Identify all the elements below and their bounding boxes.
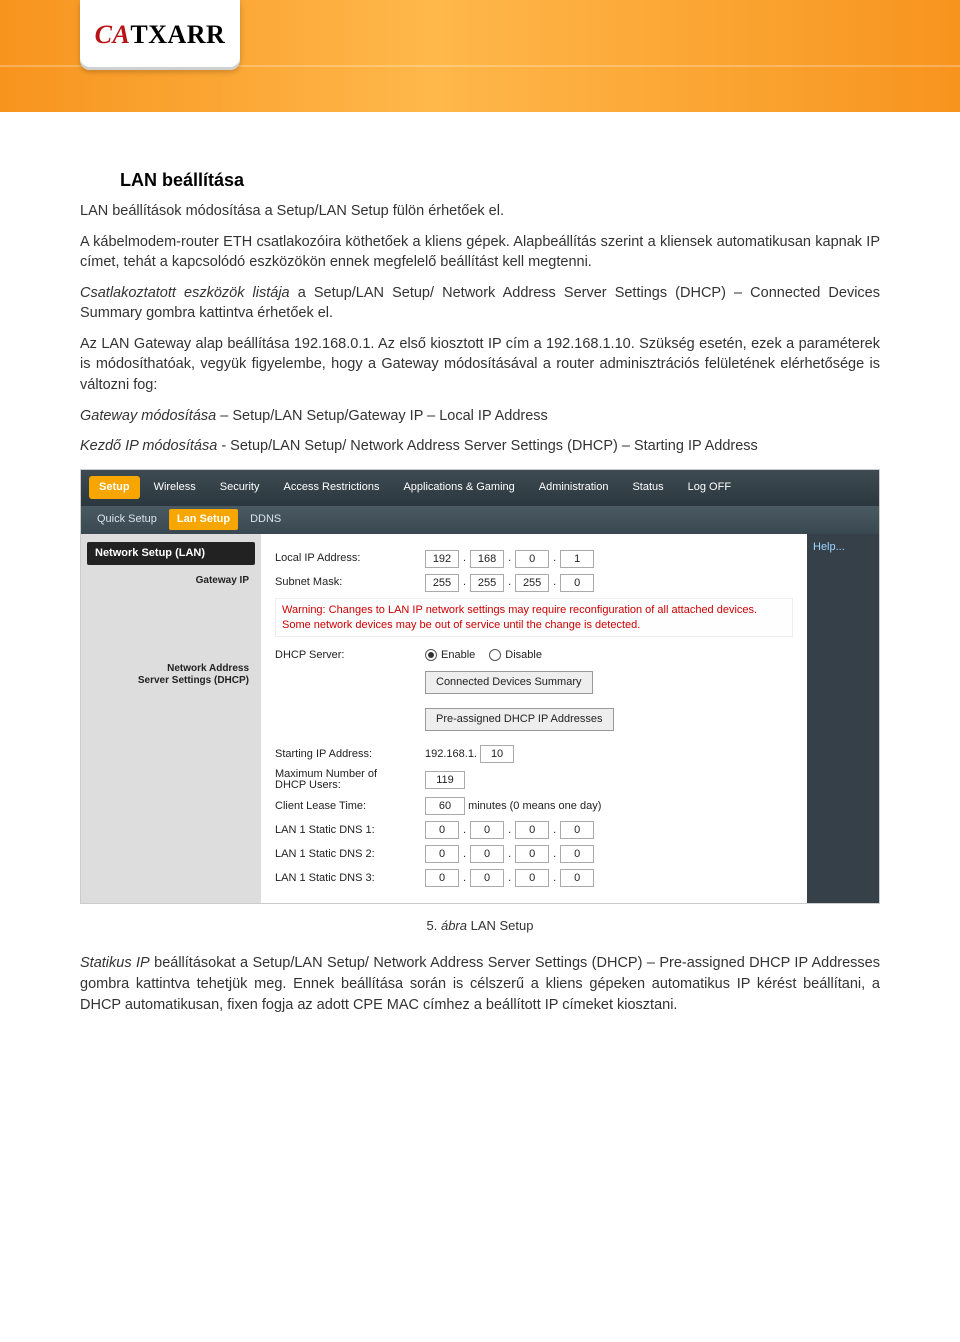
caption-number: 5. xyxy=(427,918,438,933)
dns1-1[interactable]: 0 xyxy=(425,821,459,839)
paragraph-1: LAN beállítások módosítása a Setup/LAN S… xyxy=(80,201,880,222)
dns2-4[interactable]: 0 xyxy=(560,845,594,863)
preassigned-dhcp-button[interactable]: Pre-assigned DHCP IP Addresses xyxy=(425,708,614,731)
tab-wireless[interactable]: Wireless xyxy=(144,472,206,503)
dns1-3[interactable]: 0 xyxy=(515,821,549,839)
tab-access-restrictions[interactable]: Access Restrictions xyxy=(273,472,389,503)
dhcp-disable-text: Disable xyxy=(505,649,542,661)
max-dhcp-line2: DHCP Users: xyxy=(275,779,341,791)
subnet-2[interactable]: 255 xyxy=(470,574,504,592)
paragraph-3: Csatlakoztatott eszközök listája a Setup… xyxy=(80,283,880,324)
tab-administration[interactable]: Administration xyxy=(529,472,619,503)
paragraph-6-rest: - Setup/LAN Setup/ Network Address Serve… xyxy=(217,438,758,454)
dns2-label: LAN 1 Static DNS 2: xyxy=(275,849,425,860)
lease-unit: minutes (0 means one day) xyxy=(468,801,601,812)
subnet-group: 255. 255. 255. 0 xyxy=(425,574,594,592)
tab-logoff[interactable]: Log OFF xyxy=(678,472,741,503)
local-ip-label: Local IP Address: xyxy=(275,553,425,564)
dns3-1[interactable]: 0 xyxy=(425,869,459,887)
logo-card: CATXARR xyxy=(80,0,240,70)
router-sidebar: Network Setup (LAN) Gateway IP Network A… xyxy=(81,534,261,904)
lease-input[interactable]: 60 xyxy=(425,797,465,815)
paragraph-3-emphasis: Csatlakoztatott eszközök listája xyxy=(80,285,290,301)
section-title: LAN beállítása xyxy=(120,170,880,191)
subnet-1[interactable]: 255 xyxy=(425,574,459,592)
starting-ip-input[interactable]: 10 xyxy=(480,745,514,763)
router-body: Network Setup (LAN) Gateway IP Network A… xyxy=(81,534,879,904)
router-content: Local IP Address: 192. 168. 0. 1 Subnet … xyxy=(261,534,807,904)
lease-label: Client Lease Time: xyxy=(275,801,425,812)
sidebar-gateway-label: Gateway IP xyxy=(87,571,255,599)
paragraph-6-emphasis: Kezdő IP módosítása xyxy=(80,438,217,454)
max-dhcp-input[interactable]: 119 xyxy=(425,771,465,789)
page-header-banner: CATXARR xyxy=(0,0,960,112)
ip-warning: Warning: Changes to LAN IP network setti… xyxy=(275,598,793,638)
paragraph-5-rest: – Setup/LAN Setup/Gateway IP – Local IP … xyxy=(216,408,548,424)
router-screenshot: Setup Wireless Security Access Restricti… xyxy=(80,469,880,905)
dns3-3[interactable]: 0 xyxy=(515,869,549,887)
router-sub-tabs: Quick Setup Lan Setup DDNS xyxy=(81,506,879,534)
dns3-2[interactable]: 0 xyxy=(470,869,504,887)
tab-status[interactable]: Status xyxy=(622,472,673,503)
paragraph-7: Statikus IP beállításokat a Setup/LAN Se… xyxy=(80,953,880,1015)
dhcp-enable-radio[interactable]: Enable xyxy=(425,649,475,661)
brand-logo: CATXARR xyxy=(95,20,226,50)
max-dhcp-label: Maximum Number of DHCP Users: xyxy=(275,769,425,791)
dns1-label: LAN 1 Static DNS 1: xyxy=(275,825,425,836)
dns1-4[interactable]: 0 xyxy=(560,821,594,839)
local-ip-4[interactable]: 1 xyxy=(560,550,594,568)
subnet-label: Subnet Mask: xyxy=(275,577,425,588)
tab-applications-gaming[interactable]: Applications & Gaming xyxy=(393,472,524,503)
dns2-3[interactable]: 0 xyxy=(515,845,549,863)
dns3-4[interactable]: 0 xyxy=(560,869,594,887)
local-ip-1[interactable]: 192 xyxy=(425,550,459,568)
dhcp-label: DHCP Server: xyxy=(275,650,425,661)
help-sidebar: Help... xyxy=(807,534,879,904)
subnet-4[interactable]: 0 xyxy=(560,574,594,592)
dhcp-enable-text: Enable xyxy=(441,649,475,661)
dns2-1[interactable]: 0 xyxy=(425,845,459,863)
sidebar-block-title: Network Setup (LAN) xyxy=(87,542,255,565)
paragraph-7-rest: beállításokat a Setup/LAN Setup/ Network… xyxy=(80,955,880,1012)
sidebar-nas-line2: Server Settings (DHCP) xyxy=(138,675,249,686)
caption-text: LAN Setup xyxy=(471,918,534,933)
local-ip-2[interactable]: 168 xyxy=(470,550,504,568)
paragraph-7-emphasis: Statikus IP xyxy=(80,955,150,971)
sidebar-nas-line1: Network Address xyxy=(167,663,249,674)
tab-setup[interactable]: Setup xyxy=(89,476,140,499)
connected-devices-button[interactable]: Connected Devices Summary xyxy=(425,671,593,694)
caption-label: ábra xyxy=(437,918,470,933)
starting-ip-label: Starting IP Address: xyxy=(275,749,425,760)
dns2-2[interactable]: 0 xyxy=(470,845,504,863)
page-content: LAN beállítása LAN beállítások módosítás… xyxy=(0,112,960,1015)
local-ip-3[interactable]: 0 xyxy=(515,550,549,568)
sidebar-nas-label: Network Address Server Settings (DHCP) xyxy=(87,659,255,699)
paragraph-6: Kezdő IP módosítása - Setup/LAN Setup/ N… xyxy=(80,436,880,457)
dhcp-disable-radio[interactable]: Disable xyxy=(489,649,542,661)
paragraph-4: Az LAN Gateway alap beállítása 192.168.0… xyxy=(80,334,880,396)
figure-caption: 5. ábra LAN Setup xyxy=(80,918,880,933)
subtab-lan-setup[interactable]: Lan Setup xyxy=(169,509,238,530)
paragraph-5-emphasis: Gateway módosítása xyxy=(80,408,216,424)
subtab-quick-setup[interactable]: Quick Setup xyxy=(89,509,165,530)
subtab-ddns[interactable]: DDNS xyxy=(242,509,289,530)
starting-ip-prefix: 192.168.1. xyxy=(425,749,477,760)
local-ip-group: 192. 168. 0. 1 xyxy=(425,550,594,568)
tab-security[interactable]: Security xyxy=(210,472,270,503)
dns3-label: LAN 1 Static DNS 3: xyxy=(275,873,425,884)
dns1-2[interactable]: 0 xyxy=(470,821,504,839)
paragraph-2: A kábelmodem-router ETH csatlakozóira kö… xyxy=(80,232,880,273)
paragraph-5: Gateway módosítása – Setup/LAN Setup/Gat… xyxy=(80,406,880,427)
subnet-3[interactable]: 255 xyxy=(515,574,549,592)
help-link[interactable]: Help... xyxy=(813,541,845,553)
router-top-tabs: Setup Wireless Security Access Restricti… xyxy=(81,470,879,506)
